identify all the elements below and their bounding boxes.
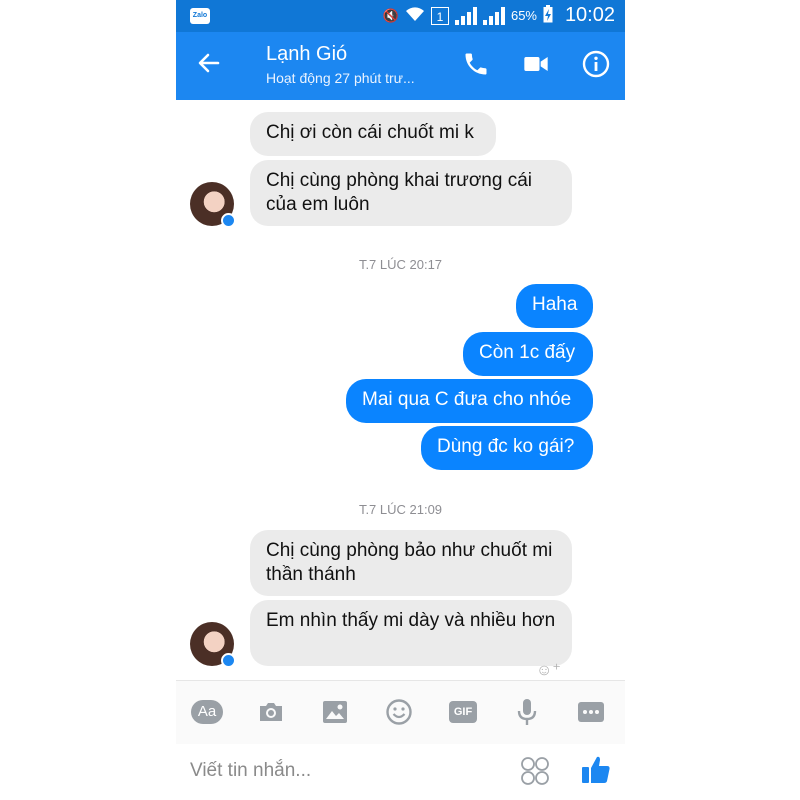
phone-screen: Zalo 🔇 1 65% 10:02 Lạnh Gió Hoạt động 27 — [176, 0, 625, 800]
emoji-icon[interactable] — [382, 697, 416, 727]
sticker-grid-icon[interactable] — [520, 756, 550, 786]
message-incoming[interactable]: Em nhìn thấy mi dày và nhiều hơn — [250, 600, 572, 666]
contact-avatar[interactable] — [190, 622, 236, 668]
microphone-icon[interactable] — [510, 697, 544, 727]
message-composer: Viết tin nhắn... — [176, 744, 625, 800]
sim-slot-badge: 1 — [430, 6, 449, 25]
status-bar: Zalo 🔇 1 65% 10:02 — [176, 0, 625, 32]
status-icons: 🔇 1 65% — [383, 5, 553, 26]
phone-icon[interactable] — [462, 50, 490, 78]
battery-percent: 65% — [510, 8, 537, 23]
wifi-icon — [405, 6, 425, 25]
message-incoming[interactable]: Chị ơi còn cái chuốt mi k — [250, 112, 496, 156]
video-camera-icon[interactable] — [522, 50, 550, 78]
messenger-badge-icon — [221, 213, 236, 228]
camera-icon[interactable] — [254, 697, 288, 727]
signal-icon-1 — [454, 6, 477, 25]
message-outgoing[interactable]: Dùng đc ko gái? — [421, 426, 593, 470]
message-outgoing[interactable]: Còn 1c đấy — [463, 332, 593, 376]
messenger-badge-icon — [221, 653, 236, 668]
message-input[interactable]: Viết tin nhắn... — [190, 760, 311, 782]
timestamp: T.7 LÚC 20:17 — [358, 257, 443, 272]
contact-avatar[interactable] — [190, 182, 236, 228]
contact-name[interactable]: Lạnh Gió — [266, 43, 347, 66]
signal-icon-2 — [482, 6, 505, 25]
message-incoming[interactable]: Chị cùng phòng bảo như chuốt mi thần thá… — [250, 530, 572, 596]
more-icon[interactable] — [574, 697, 608, 727]
activity-status: Hoạt động 27 phút trư... — [266, 70, 415, 86]
info-icon[interactable] — [582, 50, 610, 78]
mute-icon: 🔇 — [382, 7, 399, 23]
image-icon[interactable] — [318, 697, 352, 727]
timestamp: T.7 LÚC 21:09 — [358, 502, 443, 517]
battery-charging-icon — [543, 5, 553, 26]
text-style-icon[interactable]: Aa — [190, 697, 224, 727]
message-incoming[interactable]: Chị cùng phòng khai trương cái của em lu… — [250, 160, 572, 226]
clock: 10:02 — [564, 4, 615, 26]
zalo-app-icon: Zalo — [190, 8, 210, 24]
composer-toolbar: Aa GIF — [176, 680, 625, 745]
message-outgoing[interactable]: Mai qua C đưa cho nhóe — [346, 379, 593, 423]
add-reaction-icon[interactable]: ☺⁺ — [536, 660, 561, 680]
conversation-header: Lạnh Gió Hoạt động 27 phút trư... — [176, 32, 625, 100]
message-outgoing[interactable]: Haha — [516, 284, 593, 328]
message-list[interactable]: Chị ơi còn cái chuốt mi k Chị cùng phòng… — [176, 100, 625, 680]
gif-icon[interactable]: GIF — [446, 697, 480, 727]
thumbs-up-icon[interactable] — [580, 754, 612, 786]
back-arrow-icon[interactable] — [196, 50, 222, 76]
